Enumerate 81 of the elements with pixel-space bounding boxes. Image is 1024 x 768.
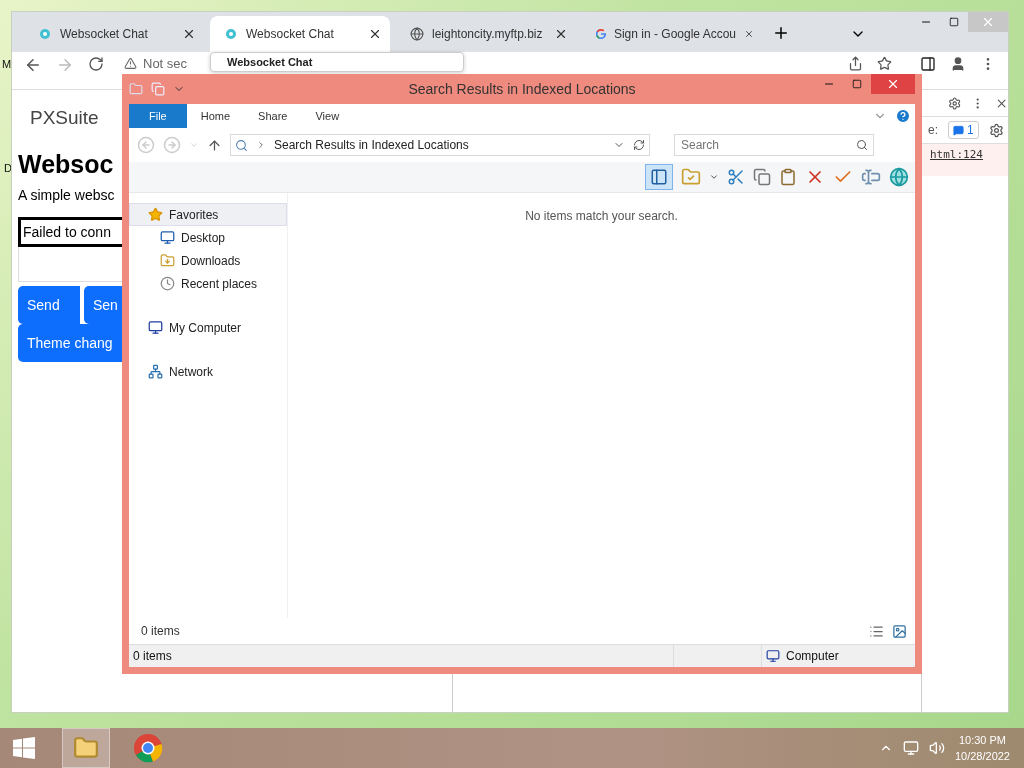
rename-icon[interactable] xyxy=(861,167,881,187)
google-icon xyxy=(596,27,606,41)
volume-icon[interactable] xyxy=(928,740,945,756)
computer-icon xyxy=(148,320,163,335)
chevron-icon xyxy=(256,140,266,150)
share-icon[interactable] xyxy=(848,56,863,71)
browser-tab[interactable]: Sign in - Google Accou xyxy=(582,16,762,52)
close-icon xyxy=(981,15,995,29)
nav-item[interactable]: Recent places xyxy=(129,272,287,295)
address-bar[interactable]: Not sec xyxy=(124,56,188,71)
nav-item[interactable]: Network xyxy=(129,360,287,383)
reload-icon[interactable] xyxy=(88,56,104,72)
ribbon-tab[interactable]: Home xyxy=(186,104,245,128)
address-field[interactable]: Search Results in Indexed Locations xyxy=(230,134,650,156)
maximize-icon xyxy=(852,79,862,89)
message-icon xyxy=(953,124,964,136)
globe-icon[interactable] xyxy=(889,167,909,187)
issues-badge[interactable]: 1 xyxy=(948,121,979,139)
recent-icon xyxy=(160,276,175,291)
theme-button[interactable]: Theme chang xyxy=(18,324,122,362)
tab-tooltip: Websocket Chat xyxy=(210,52,464,72)
pane-layout-icon xyxy=(650,168,668,186)
star-icon xyxy=(148,207,163,222)
search-field[interactable]: Search xyxy=(674,134,874,156)
item-count: 0 items xyxy=(141,624,180,638)
nav-item[interactable]: Downloads xyxy=(129,249,287,272)
desktop-label: D xyxy=(4,162,12,174)
warning-icon xyxy=(124,57,137,70)
bookmark-icon[interactable] xyxy=(877,56,892,71)
empty-message: No items match your search. xyxy=(525,209,678,223)
nav-item[interactable]: My Computer xyxy=(129,316,287,339)
download-folder-icon xyxy=(160,253,175,268)
chrome-logo-icon xyxy=(133,733,163,763)
close-icon xyxy=(886,77,900,91)
copy-icon[interactable] xyxy=(753,168,771,186)
profile-icon[interactable] xyxy=(950,56,966,72)
nav-item[interactable]: Favorites xyxy=(129,203,287,226)
search-icon xyxy=(856,139,868,151)
desktop-label: M xyxy=(2,58,12,70)
new-tab-icon[interactable] xyxy=(772,24,790,42)
ribbon-tab[interactable]: View xyxy=(301,104,354,128)
up-icon[interactable] xyxy=(207,137,222,153)
details-view-icon[interactable] xyxy=(869,623,884,639)
source-link[interactable]: html:124 xyxy=(922,144,1008,176)
close-icon[interactable] xyxy=(554,27,568,41)
computer-icon xyxy=(766,649,780,663)
browser-tab[interactable]: leightoncity.myftp.biz xyxy=(396,16,576,52)
refresh-icon[interactable] xyxy=(633,139,645,151)
search-folder-icon xyxy=(235,138,248,152)
folder-check-icon[interactable] xyxy=(681,167,701,187)
globe-icon xyxy=(410,27,424,41)
send-button[interactable]: Sen xyxy=(84,286,122,324)
brand-name[interactable]: PXSuite xyxy=(18,90,122,146)
page-subtitle: A simple websc xyxy=(18,187,116,203)
issues-label: e: xyxy=(928,123,938,137)
settings-icon[interactable] xyxy=(988,122,1004,138)
side-panel-icon[interactable] xyxy=(920,56,936,72)
desktop-icon xyxy=(160,230,175,245)
maximize-icon xyxy=(949,17,959,27)
file-explorer-button[interactable] xyxy=(62,728,110,768)
back-icon[interactable] xyxy=(24,56,42,74)
cut-icon[interactable] xyxy=(727,168,745,186)
thumbnail-view-icon[interactable] xyxy=(892,623,907,639)
ribbon-tab[interactable]: Share xyxy=(244,104,302,128)
send-button[interactable]: Send xyxy=(18,286,80,324)
close-icon[interactable] xyxy=(182,27,196,41)
browser-tab[interactable]: Websocket Chat xyxy=(210,16,390,52)
close-icon[interactable] xyxy=(368,27,382,41)
paste-icon[interactable] xyxy=(779,168,797,186)
windows-logo-icon xyxy=(13,737,35,759)
status-location: Computer xyxy=(786,649,839,663)
nav-item[interactable]: Desktop xyxy=(129,226,287,249)
folder-icon xyxy=(73,735,99,761)
dropdown-icon[interactable] xyxy=(709,172,719,182)
window-title: Search Results in Indexed Locations xyxy=(407,81,637,97)
preview-pane-button[interactable] xyxy=(645,164,673,190)
browser-tab[interactable]: Websocket Chat xyxy=(24,16,204,52)
page-heading: Websoc xyxy=(18,150,115,179)
status-count: 0 items xyxy=(132,648,173,665)
settings-icon[interactable] xyxy=(948,95,962,111)
help-icon[interactable] xyxy=(895,108,911,124)
